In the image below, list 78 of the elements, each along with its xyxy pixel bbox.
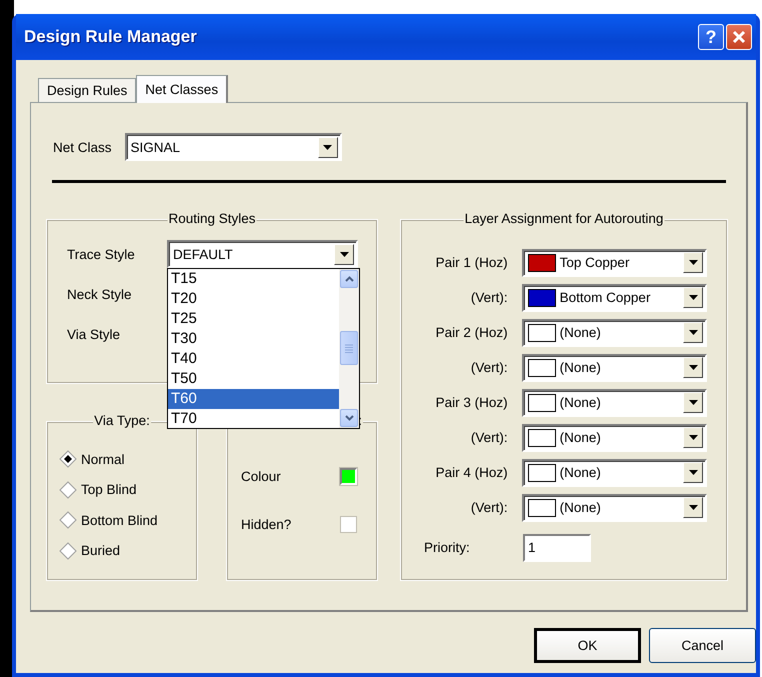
- dropdown-arrow-button[interactable]: [683, 287, 703, 308]
- caret-icon: [688, 330, 698, 335]
- dropdown-arrow-button[interactable]: [683, 322, 703, 343]
- field-label: Colour: [241, 468, 281, 484]
- dropdown-arrow-button[interactable]: [683, 357, 703, 378]
- list-item[interactable]: T25: [168, 309, 339, 329]
- field-label: Via Style: [66, 326, 122, 342]
- dialog-button[interactable]: Cancel: [649, 628, 756, 663]
- field-label: (Vert):: [470, 430, 508, 445]
- help-button[interactable]: ?: [698, 24, 724, 50]
- tab[interactable]: Design Rules: [38, 78, 136, 102]
- list-item[interactable]: T20: [168, 289, 339, 309]
- chevron-up-icon: [344, 276, 354, 282]
- scroll-up-button[interactable]: [340, 270, 358, 288]
- radio-option[interactable]: Buried: [59, 536, 189, 566]
- dropdown-arrow-button[interactable]: [318, 136, 338, 158]
- scrollbar[interactable]: [339, 269, 359, 428]
- group-title: Routing Styles: [167, 211, 257, 227]
- caret-icon: [323, 144, 332, 150]
- caret-icon: [688, 400, 698, 405]
- grip-icon: [345, 344, 353, 352]
- dialog-button[interactable]: OK: [534, 628, 641, 663]
- radio-option[interactable]: Normal: [59, 444, 189, 474]
- layer-dropdown[interactable]: (None): [522, 424, 707, 452]
- list-item[interactable]: T30: [168, 329, 339, 349]
- list-item[interactable]: T60: [168, 389, 339, 409]
- layer-dropdown[interactable]: (None): [522, 354, 707, 382]
- field-label: Pair 4 (Hoz): [434, 465, 508, 480]
- window-title: Design Rule Manager: [24, 27, 198, 47]
- scroll-down-button[interactable]: [340, 409, 358, 427]
- list-item[interactable]: T15: [168, 269, 339, 289]
- dropdown-arrow-button[interactable]: [683, 497, 703, 518]
- dropdown-arrow-button[interactable]: [683, 462, 703, 483]
- field-label: Net Class: [53, 140, 112, 154]
- radio-option[interactable]: Top Blind: [59, 474, 189, 505]
- layer-dropdown[interactable]: Top Copper: [522, 248, 707, 276]
- scroll-thumb[interactable]: [340, 331, 358, 365]
- dropdown-arrow-button[interactable]: [334, 244, 354, 264]
- list-item[interactable]: T40: [168, 349, 339, 369]
- field-label: Trace Style: [66, 246, 136, 262]
- list-item[interactable]: T50: [168, 369, 339, 389]
- dropdown-arrow-button[interactable]: [683, 252, 703, 273]
- tab[interactable]: Net Classes: [136, 75, 228, 103]
- caret-icon: [340, 252, 348, 256]
- dropdown-arrow-button[interactable]: [683, 392, 703, 413]
- caret-icon: [688, 470, 698, 475]
- radio-option[interactable]: Bottom Blind: [59, 505, 189, 536]
- close-button[interactable]: [726, 24, 752, 50]
- checkbox[interactable]: [340, 516, 357, 532]
- group-title: Layer Assignment for Autorouting: [464, 211, 664, 227]
- style-dropdown[interactable]: DEFAULT: [167, 240, 358, 268]
- layer-dropdown[interactable]: (None): [522, 458, 707, 486]
- field-label: Pair 3 (Hoz): [434, 395, 508, 410]
- close-icon: [732, 30, 746, 44]
- colour-swatch[interactable]: [340, 468, 357, 484]
- caret-icon: [688, 260, 698, 265]
- field-label: (Vert):: [470, 360, 508, 375]
- field-label: (Vert):: [470, 500, 508, 515]
- caret-icon: [688, 295, 698, 300]
- group-title: Via Type:: [93, 413, 151, 429]
- net-class-dropdown[interactable]: SIGNAL: [124, 133, 342, 161]
- caret-icon: [688, 365, 698, 370]
- layer-dropdown[interactable]: (None): [522, 388, 707, 416]
- field-label: Pair 1 (Hoz): [434, 255, 508, 270]
- dropdown-arrow-button[interactable]: [683, 427, 703, 448]
- field-label: (Vert):: [470, 290, 508, 305]
- chevron-down-icon: [344, 415, 354, 421]
- field-label: Priority:: [423, 540, 471, 555]
- caret-icon: [688, 505, 698, 510]
- list-item[interactable]: T70: [168, 409, 339, 429]
- layer-dropdown[interactable]: (None): [522, 494, 707, 522]
- field-label: Hidden?: [241, 516, 292, 532]
- caret-icon: [688, 435, 698, 440]
- field-label: Neck Style: [66, 286, 133, 302]
- priority-input[interactable]: 1: [523, 534, 591, 562]
- layer-dropdown[interactable]: (None): [522, 318, 707, 346]
- field-label: Pair 2 (Hoz): [434, 325, 508, 340]
- layer-dropdown[interactable]: Bottom Copper: [522, 284, 707, 312]
